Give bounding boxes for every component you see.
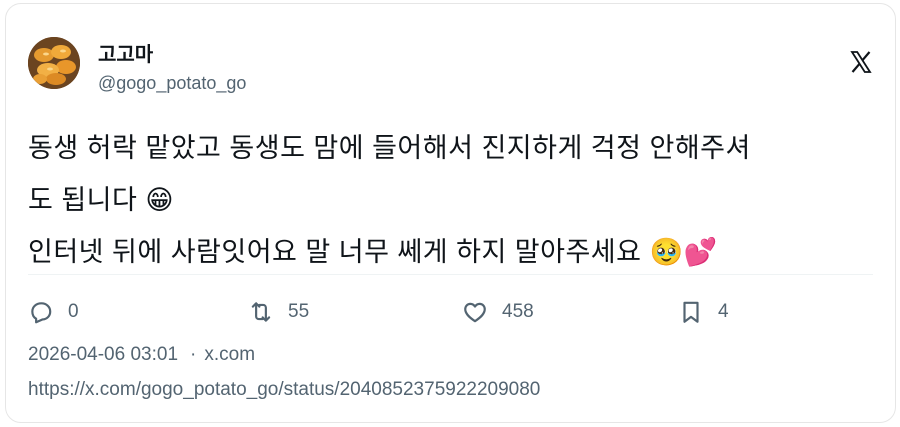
repost-button[interactable]: 55 [248,292,309,332]
tweet-meta: 2026-04-06 03:01 · x.com [28,344,255,366]
heart-icon [462,299,488,325]
reply-count: 0 [68,301,79,322]
tweet-text-line: 동생 허락 맡았고 동생도 맘에 들어해서 진지하게 걱정 안해주셔 [28,133,751,163]
action-bar: 0 55 458 4 [28,292,788,332]
bookmark-button[interactable]: 4 [678,292,729,332]
like-count: 458 [502,301,534,322]
tweet-text-line: 도 됩니다 😁 [28,185,175,215]
repost-icon [248,299,274,325]
timestamp[interactable]: 2026-04-06 03:01 [28,344,178,365]
tweet-card: 고고마 @gogo_potato_go 동생 허락 맡았고 동생도 맘에 들어해… [5,3,896,423]
meta-separator: · [190,344,197,365]
divider [28,274,873,275]
source-link[interactable]: x.com [204,344,255,365]
tweet-url[interactable]: https://x.com/gogo_potato_go/status/2040… [28,379,540,401]
tweet-text: 동생 허락 맡았고 동생도 맘에 들어해서 진지하게 걱정 안해주셔 도 됩니다… [28,122,868,278]
repost-count: 55 [288,301,310,322]
bookmark-count: 4 [718,301,729,322]
tweet-text-line: 인터넷 뒤에 사람잇어요 말 너무 쎄게 하지 말아주세요 🥹💕 [28,237,718,267]
x-logo-icon[interactable] [849,50,873,74]
reply-icon [28,299,54,325]
handle[interactable]: @gogo_potato_go [98,73,246,94]
display-name[interactable]: 고고마 [98,38,153,67]
avatar-image [28,37,80,89]
avatar[interactable] [28,37,80,89]
bookmark-icon [678,299,704,325]
like-button[interactable]: 458 [462,292,534,332]
reply-button[interactable]: 0 [28,292,79,332]
